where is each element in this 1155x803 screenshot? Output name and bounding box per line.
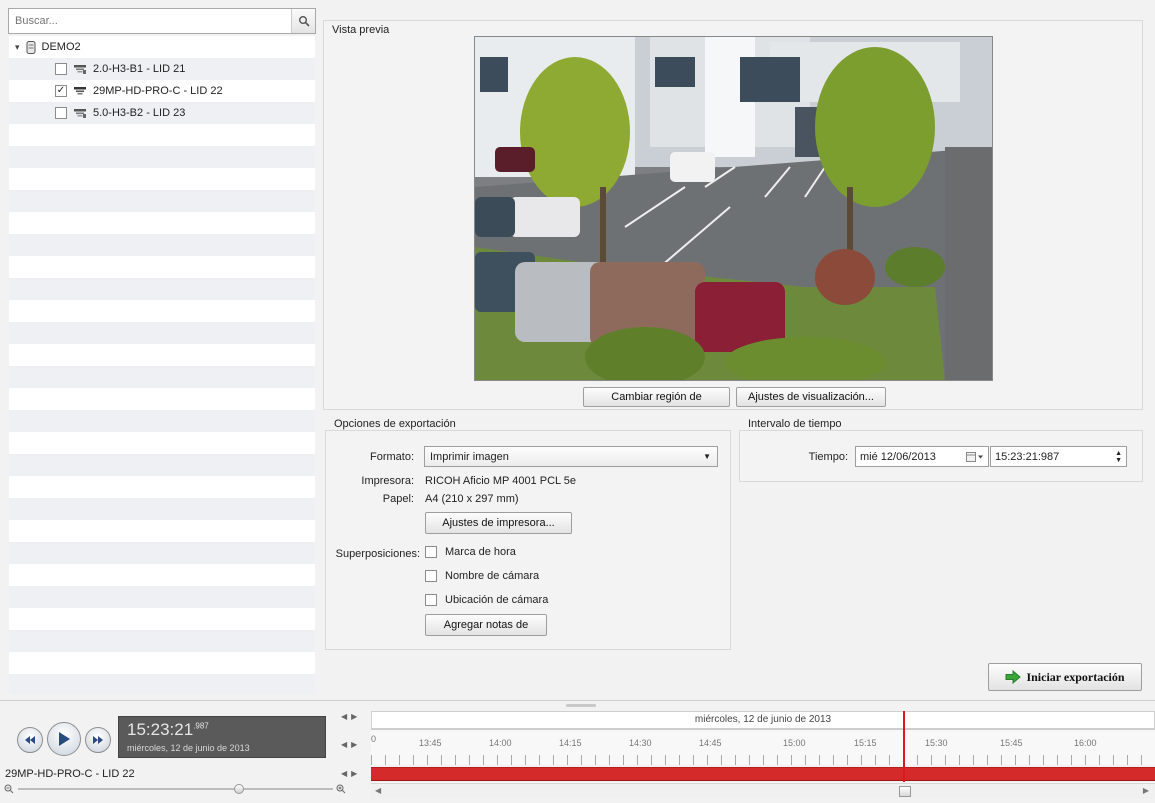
collapse-arrow-icon[interactable]: ▾ [15, 42, 20, 53]
scroll-left-icon[interactable]: ◀ [375, 786, 381, 795]
scroll-thumb[interactable] [899, 786, 911, 797]
tick-label: 13:45 [419, 738, 442, 748]
spinner-icon[interactable]: ▲ ▼ [1115, 450, 1122, 464]
calendar-icon[interactable] [966, 451, 984, 462]
timeline-jump-controls[interactable]: ◀▶ [341, 740, 361, 749]
playback-time-display: 15:23:21.987 miércoles, 12 de junio de 2… [118, 716, 326, 758]
video-preview[interactable] [474, 36, 993, 381]
tick-label: 14:30 [629, 738, 652, 748]
play-icon [59, 732, 70, 746]
tree-camera-item[interactable]: ✓ 29MP-HD-PRO-C - LID 22 [9, 80, 315, 102]
printer-settings-button[interactable]: Ajustes de impresora... [425, 512, 572, 534]
tick-label: 15:45 [1000, 738, 1023, 748]
overlay-label: Nombre de cámara [445, 570, 540, 582]
camera-label: 5.0-H3-B2 - LID 23 [93, 107, 186, 119]
rewind-button[interactable] [17, 727, 43, 753]
camera-label: 29MP-HD-PRO-C - LID 22 [93, 85, 223, 97]
start-export-label: Iniciar exportación [1026, 669, 1125, 684]
overlay-label: Marca de hora [445, 546, 516, 558]
time-label: Tiempo: [808, 451, 848, 463]
export-options-title: Opciones de exportación [334, 418, 456, 430]
zoom-thumb[interactable] [234, 784, 244, 794]
search-icon [298, 16, 310, 27]
playback-ms: .987 [193, 721, 209, 731]
overlay-checkbox[interactable] [425, 546, 437, 558]
time-interval-title: Intervalo de tiempo [748, 418, 842, 430]
overlay-camera-location[interactable]: Ubicación de cámara [425, 594, 548, 606]
scroll-right-icon[interactable]: ▶ [1143, 786, 1149, 795]
date-picker[interactable]: mié 12/06/2013 [855, 446, 989, 467]
splitter-grip[interactable] [566, 704, 596, 707]
camera-checkbox[interactable] [55, 107, 67, 119]
camera-checkbox[interactable] [55, 63, 67, 75]
overlay-checkbox[interactable] [425, 594, 437, 606]
tick-label: 14:45 [699, 738, 722, 748]
server-icon [26, 40, 36, 54]
camera-label: 2.0-H3-B1 - LID 21 [93, 63, 186, 75]
dome-camera-icon [74, 86, 86, 94]
playback-time: 15:23:21.987 [127, 720, 209, 739]
overlay-checkbox[interactable] [425, 570, 437, 582]
zoom-out-icon [4, 784, 14, 794]
paper-value: A4 (210 x 297 mm) [425, 493, 519, 505]
camera-tree: ▾ DEMO2 2.0-H3-B1 - LID 21 ✓ 29MP-HD-PRO… [9, 36, 315, 694]
timeline-jump-controls[interactable]: ◀▶ [341, 769, 361, 778]
time-value: 15:23:21:987 [995, 450, 1060, 463]
tick-label: 15:15 [854, 738, 877, 748]
tree-root[interactable]: ▾ DEMO2 [9, 36, 315, 58]
format-dropdown[interactable]: Imprimir imagen ▼ [424, 446, 718, 467]
tick-label: 15:30 [925, 738, 948, 748]
ruler-ticks [371, 755, 1155, 765]
search-input[interactable] [9, 9, 289, 33]
tick-label: 14:15 [559, 738, 582, 748]
timeline-ruler[interactable]: 0 13:45 14:00 14:15 14:30 14:45 15:00 15… [371, 729, 1155, 765]
change-region-button[interactable]: Cambiar región de [583, 387, 730, 407]
start-export-button[interactable]: Iniciar exportación [988, 663, 1142, 691]
overlays-label: Superposiciones: [335, 548, 420, 560]
playhead-cursor[interactable] [903, 711, 905, 782]
overlay-timestamp[interactable]: Marca de hora [425, 546, 516, 558]
dome-camera-icon [74, 64, 86, 74]
timeline-jump-controls[interactable]: ◀▶ [341, 712, 361, 721]
tree-camera-item[interactable]: 2.0-H3-B1 - LID 21 [9, 58, 315, 80]
dome-camera-icon [74, 108, 86, 118]
time-input[interactable]: 15:23:21:987 ▲ ▼ [990, 446, 1127, 467]
fast-forward-button[interactable] [85, 727, 111, 753]
tick-label: 16:00 [1074, 738, 1097, 748]
arrow-right-icon [1005, 670, 1022, 684]
playback-date: miércoles, 12 de junio de 2013 [127, 743, 250, 753]
overlay-label: Ubicación de cámara [445, 594, 549, 606]
tick-label: 0 [371, 734, 377, 744]
preview-title: Vista previa [332, 24, 390, 36]
timeline-date-header: miércoles, 12 de junio de 2013 [371, 711, 1155, 729]
fast-forward-icon [93, 736, 103, 744]
camera-checkbox-checked[interactable]: ✓ [55, 85, 67, 97]
format-value: Imprimir imagen [430, 450, 509, 463]
printer-label: Impresora: [361, 475, 414, 487]
paper-label: Papel: [382, 493, 414, 505]
selected-camera-label: 29MP-HD-PRO-C - LID 22 [5, 768, 135, 780]
display-settings-button[interactable]: Ajustes de visualización... [736, 387, 886, 407]
parking-lot-image [475, 37, 992, 380]
zoom-track [18, 788, 333, 790]
zoom-in-icon [336, 784, 346, 794]
timeline-scrollbar[interactable]: ◀ ▶ [371, 783, 1155, 799]
rewind-icon [25, 736, 35, 744]
play-button[interactable] [47, 722, 81, 756]
divider [0, 700, 1155, 701]
search-button[interactable] [291, 9, 315, 33]
zoom-slider[interactable] [4, 782, 354, 796]
date-value: mié 12/06/2013 [860, 450, 936, 463]
overlay-camera-name[interactable]: Nombre de cámara [425, 570, 539, 582]
tick-label: 14:00 [489, 738, 512, 748]
format-label: Formato: [369, 451, 414, 463]
recording-bar[interactable] [371, 767, 1155, 781]
printer-value: RICOH Aficio MP 4001 PCL 5e [425, 475, 577, 487]
tick-label: 15:00 [783, 738, 806, 748]
tree-root-label: DEMO2 [41, 41, 81, 53]
dropdown-arrow-icon: ▼ [703, 452, 711, 461]
add-notes-button[interactable]: Agregar notas de [425, 614, 547, 636]
tree-camera-item[interactable]: 5.0-H3-B2 - LID 23 [9, 102, 315, 124]
search-box [8, 8, 316, 34]
